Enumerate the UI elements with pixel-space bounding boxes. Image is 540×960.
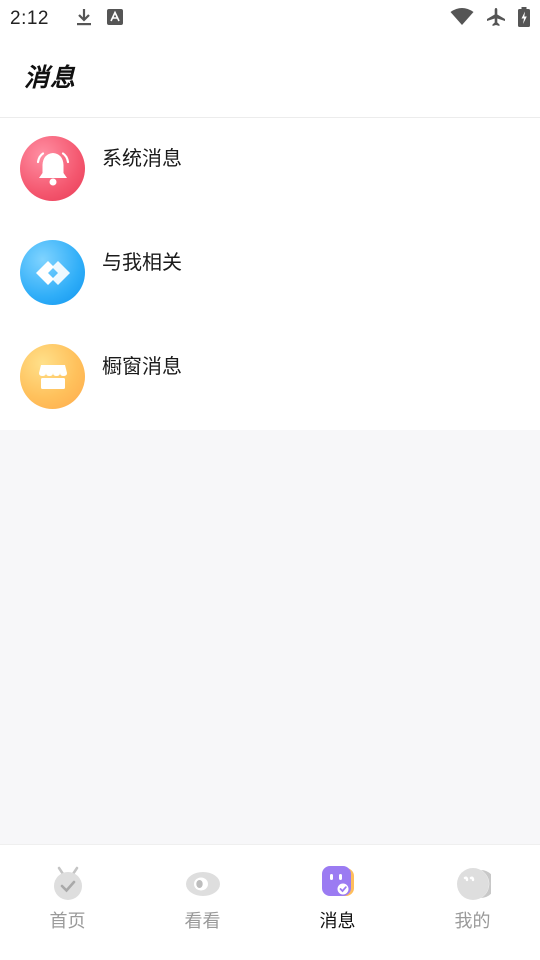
tab-home[interactable]: 首页 (0, 845, 135, 960)
eye-icon (185, 865, 221, 901)
message-item-label: 橱窗消息 (102, 354, 182, 378)
link-chain-icon (20, 240, 85, 305)
airplane-icon (486, 7, 506, 31)
battery-charging-icon (518, 7, 530, 31)
font-app-icon (106, 9, 123, 29)
status-bar: 2:12 (0, 0, 540, 38)
wifi-icon (450, 8, 474, 30)
message-item-related[interactable]: 与我相关 (0, 222, 540, 326)
page-header: 消息 (0, 38, 540, 118)
message-item-storefront[interactable]: 橱窗消息 (0, 326, 540, 430)
message-face-icon (320, 865, 356, 901)
message-item-system[interactable]: 系统消息 (0, 118, 540, 222)
tab-label: 我的 (454, 911, 491, 932)
status-time: 2:12 (10, 8, 49, 29)
bottom-tab-bar: 首页 看看 消息 我的 (0, 844, 540, 960)
tab-label: 首页 (49, 911, 86, 932)
tab-profile[interactable]: 我的 (405, 845, 540, 960)
message-item-label: 系统消息 (102, 146, 182, 170)
tab-label: 消息 (319, 911, 356, 932)
tab-watch[interactable]: 看看 (135, 845, 270, 960)
tab-messages[interactable]: 消息 (270, 845, 405, 960)
bell-icon (20, 136, 85, 201)
message-item-label: 与我相关 (102, 250, 182, 274)
page-title: 消息 (24, 63, 77, 92)
storefront-icon (20, 344, 85, 409)
tab-label: 看看 (184, 911, 221, 932)
profile-face-icon (455, 865, 495, 901)
message-category-list: 系统消息 与我相关 橱窗消息 (0, 118, 540, 430)
download-icon (75, 7, 93, 31)
home-alarm-icon (50, 865, 86, 901)
